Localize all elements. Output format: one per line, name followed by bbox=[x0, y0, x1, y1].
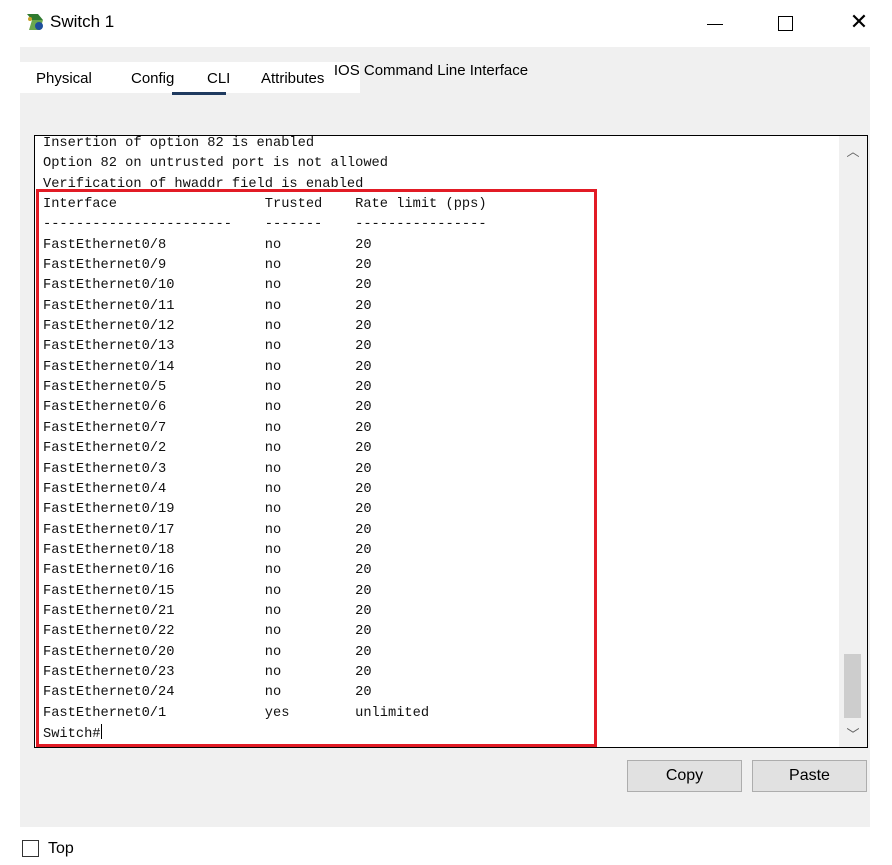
scroll-down-arrow-icon[interactable]: ﹀ bbox=[839, 719, 867, 747]
maximize-button[interactable] bbox=[762, 0, 808, 46]
minimize-button[interactable] bbox=[692, 0, 738, 46]
switch-app-icon bbox=[27, 14, 43, 30]
close-icon: ✕ bbox=[849, 10, 869, 35]
active-tab-indicator bbox=[172, 92, 226, 95]
cli-heading: IOS Command Line Interface bbox=[333, 62, 529, 79]
scrollbar-thumb[interactable] bbox=[844, 654, 861, 718]
paste-button[interactable]: Paste bbox=[752, 760, 867, 792]
title-bar: Switch 1 ✕ bbox=[0, 0, 892, 46]
top-checkbox-label: Top bbox=[48, 840, 74, 857]
top-checkbox[interactable] bbox=[22, 840, 39, 857]
copy-button[interactable]: Copy bbox=[627, 760, 742, 792]
terminal-line: Option 82 on untrusted port is not allow… bbox=[43, 156, 388, 172]
minimize-icon bbox=[707, 23, 723, 25]
window-title: Switch 1 bbox=[50, 12, 115, 31]
maximize-icon bbox=[777, 15, 793, 31]
scroll-up-arrow-icon[interactable]: ︿ bbox=[839, 136, 867, 164]
vertical-scrollbar[interactable]: ︿ ﹀ bbox=[839, 136, 867, 747]
highlight-annotation-box bbox=[36, 189, 597, 747]
close-button[interactable]: ✕ bbox=[836, 0, 882, 46]
terminal-line: Insertion of option 82 is enabled bbox=[43, 136, 315, 151]
